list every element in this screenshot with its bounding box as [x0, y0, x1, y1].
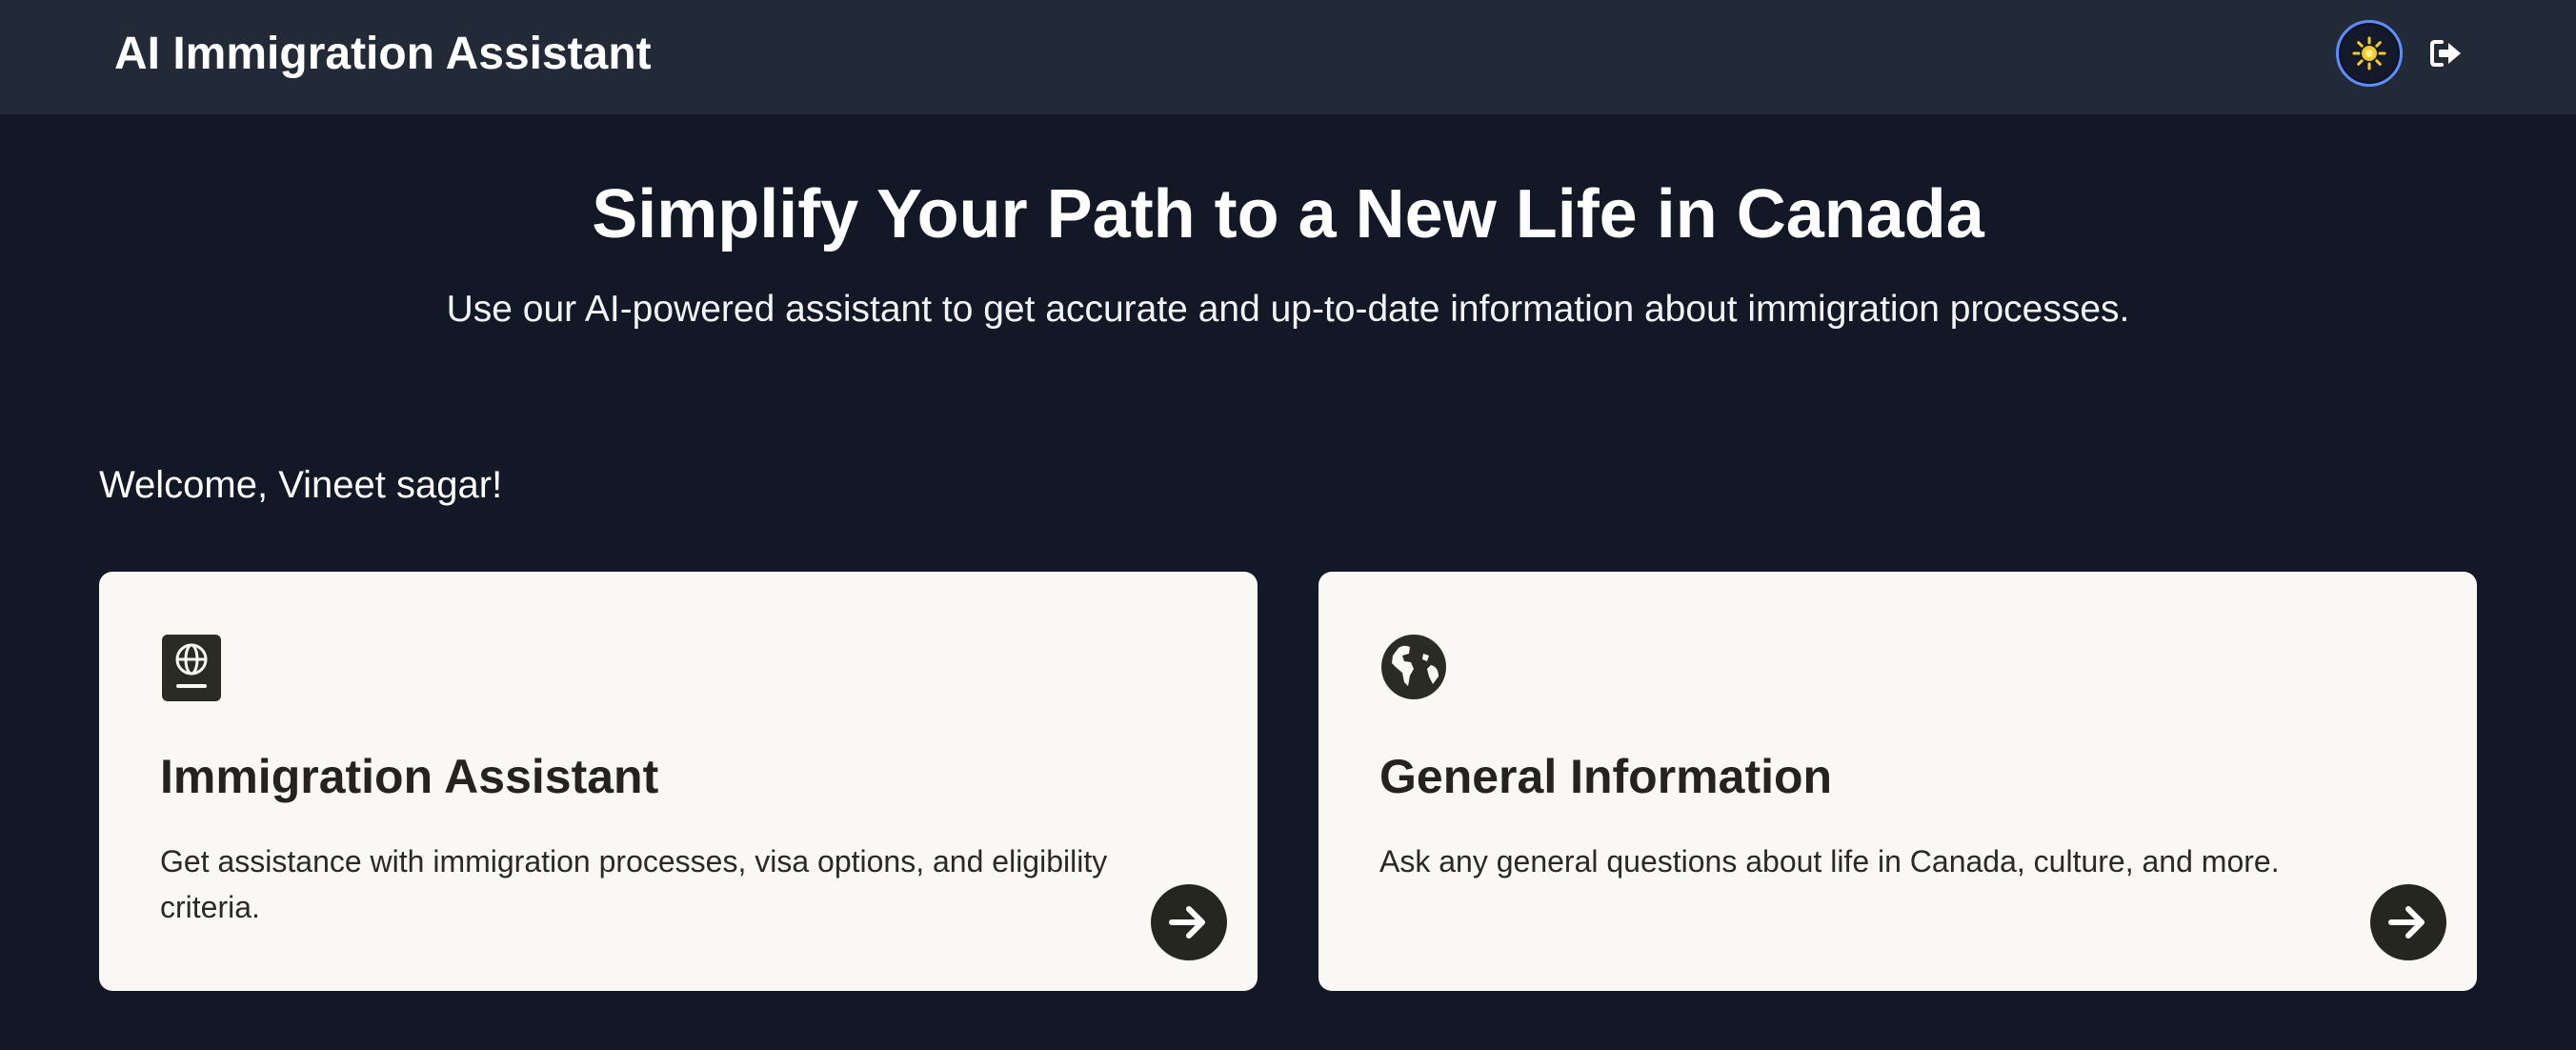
sign-out-icon — [2430, 39, 2463, 68]
logout-button[interactable] — [2427, 34, 2465, 72]
hero-subtitle: Use our AI-powered assistant to get accu… — [446, 289, 2130, 330]
top-navbar: AI Immigration Assistant — [0, 0, 2576, 114]
general-information-card[interactable]: General Information Ask any general ques… — [1318, 572, 2477, 991]
globe-icon — [1379, 633, 1446, 703]
arrow-right-icon — [1168, 903, 1210, 941]
hero-title: Simplify Your Path to a New Life in Cana… — [592, 176, 1984, 252]
card-description: Ask any general questions about life in … — [1379, 844, 2280, 878]
card-title: General Information — [1379, 750, 1833, 803]
arrow-right-icon — [2387, 903, 2429, 941]
immigration-assistant-card[interactable]: Immigration Assistant Get assistance wit… — [99, 572, 1258, 991]
theme-toggle-button[interactable] — [2336, 20, 2403, 87]
sun-icon — [2352, 36, 2386, 71]
open-general-information-button[interactable] — [2370, 884, 2446, 960]
open-immigration-assistant-button[interactable] — [1151, 884, 1227, 960]
passport-icon — [160, 633, 227, 703]
welcome-message: Welcome, Vineet sagar! — [99, 464, 503, 506]
card-description: Get assistance with immigration processe… — [160, 844, 1108, 924]
card-title: Immigration Assistant — [160, 750, 659, 803]
app-title: AI Immigration Assistant — [114, 29, 652, 79]
